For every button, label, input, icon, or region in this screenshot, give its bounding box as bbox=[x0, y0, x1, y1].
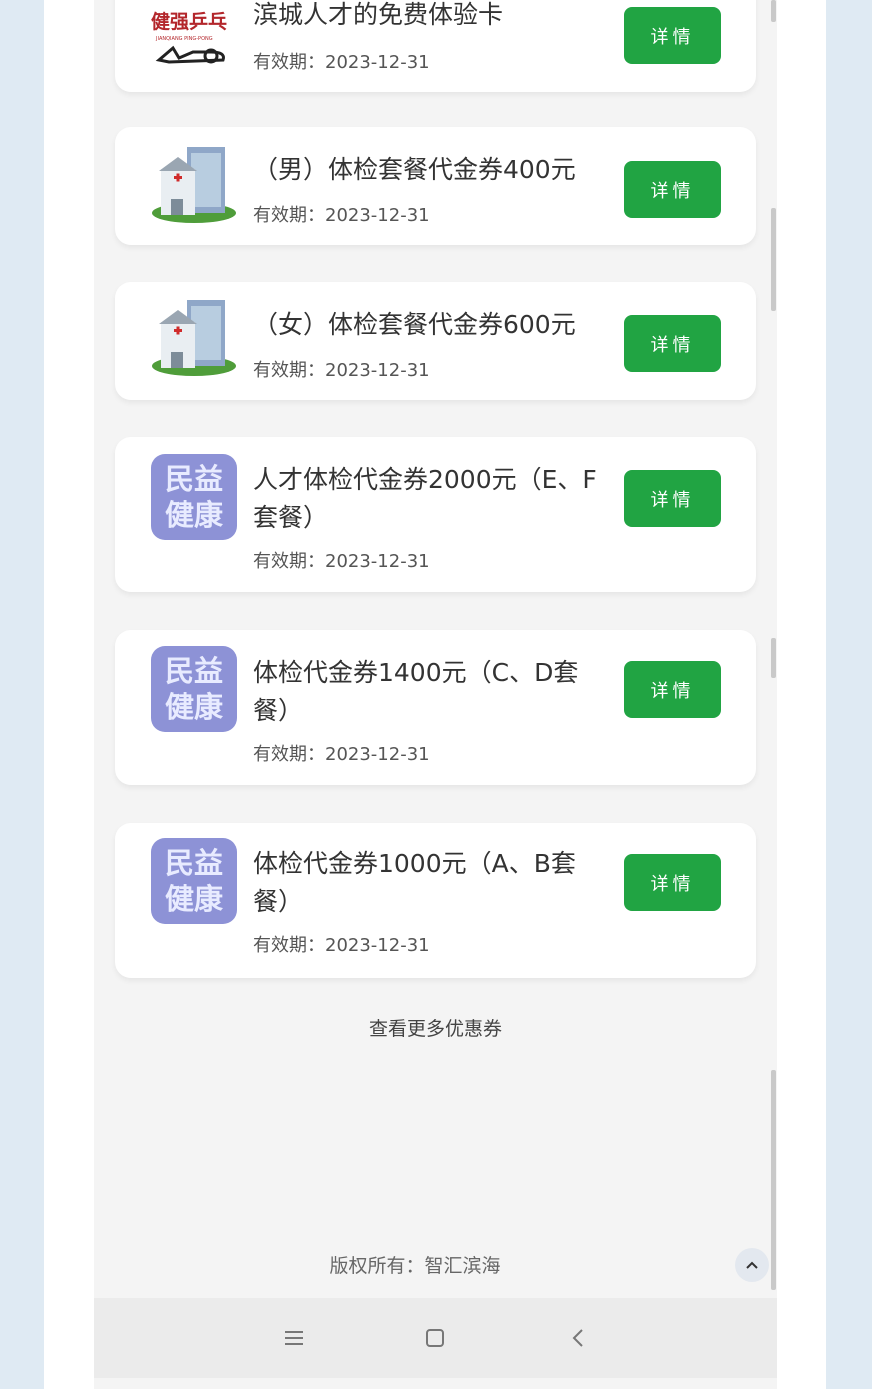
coupon-title: 滨城人才的免费体验卡 bbox=[253, 0, 504, 29]
chevron-up-icon bbox=[746, 1261, 758, 1269]
hospital-icon bbox=[151, 143, 237, 229]
home-nav-button[interactable] bbox=[417, 1320, 453, 1356]
copyright-text: 版权所有：智汇滨海 bbox=[329, 1255, 501, 1277]
coupon-validity: 有效期：2023-12-31 bbox=[253, 52, 430, 73]
coupon-card[interactable]: 民益 健康 人才体检代金券2000元（E、F套餐） 有效期：2023-12-31… bbox=[115, 437, 756, 592]
minyi-logo-icon: 民益 健康 bbox=[151, 838, 237, 924]
system-nav-bar bbox=[94, 1298, 777, 1378]
back-to-top-button[interactable] bbox=[735, 1248, 769, 1282]
menu-nav-button[interactable] bbox=[276, 1320, 312, 1356]
coupon-validity: 有效期：2023-12-31 bbox=[253, 551, 430, 572]
coupon-title: （女）体检套餐代金券600元 bbox=[253, 310, 576, 339]
coupon-card[interactable]: 民益 健康 体检代金券1400元（C、D套餐） 有效期：2023-12-31 详… bbox=[115, 630, 756, 785]
square-home-icon bbox=[426, 1329, 444, 1347]
coupon-card[interactable]: （男）体检套餐代金券400元 有效期：2023-12-31 详情 bbox=[115, 127, 756, 245]
logo-subtext: JIANQIANG PING-PONG bbox=[155, 36, 213, 42]
coupon-title: 人才体检代金券2000元（E、F套餐） bbox=[253, 465, 597, 532]
scrollbar-thumb[interactable] bbox=[771, 208, 776, 311]
detail-button[interactable]: 详情 bbox=[624, 854, 721, 911]
coupon-validity: 有效期：2023-12-31 bbox=[253, 744, 430, 765]
coupon-title: （男）体检套餐代金券400元 bbox=[253, 155, 576, 184]
scrollbar-thumb[interactable] bbox=[771, 1070, 776, 1290]
frame-edge bbox=[826, 0, 872, 1389]
minyi-logo-icon: 民益 健康 bbox=[151, 646, 237, 732]
menu-icon bbox=[285, 1331, 303, 1345]
logo-text: 健强乒乓 bbox=[151, 10, 227, 33]
logo-line-2: 健康 bbox=[164, 498, 223, 532]
coupon-title: 体检代金券1400元（C、D套餐） bbox=[253, 658, 579, 725]
coupon-card[interactable]: 健强乒乓 JIANQIANG PING-PONG 滨城人才的免费体验卡 有效期：… bbox=[115, 0, 756, 92]
scrollbar-thumb[interactable] bbox=[771, 0, 776, 22]
detail-button[interactable]: 详情 bbox=[624, 7, 721, 64]
coupon-card[interactable]: （女）体检套餐代金券600元 有效期：2023-12-31 详情 bbox=[115, 282, 756, 400]
coupon-validity: 有效期：2023-12-31 bbox=[253, 360, 430, 381]
logo-line-2: 健康 bbox=[164, 882, 223, 916]
logo-line-1: 民益 bbox=[164, 654, 223, 688]
detail-button[interactable]: 详情 bbox=[624, 470, 721, 527]
chevron-left-icon bbox=[572, 1329, 583, 1347]
more-coupons-link[interactable]: 查看更多优惠券 bbox=[94, 1014, 777, 1041]
back-nav-button[interactable] bbox=[560, 1320, 596, 1356]
logo-line-1: 民益 bbox=[164, 462, 223, 496]
coupon-validity: 有效期：2023-12-31 bbox=[253, 935, 430, 956]
coupon-title: 体检代金券1000元（A、B套餐） bbox=[253, 849, 576, 916]
coupon-validity: 有效期：2023-12-31 bbox=[253, 205, 430, 226]
app-screen: 健强乒乓 JIANQIANG PING-PONG 滨城人才的免费体验卡 有效期：… bbox=[94, 0, 777, 1389]
scrollbar-thumb[interactable] bbox=[771, 638, 776, 678]
detail-button[interactable]: 详情 bbox=[624, 661, 721, 718]
logo-line-1: 民益 bbox=[164, 846, 223, 880]
detail-button[interactable]: 详情 bbox=[624, 161, 721, 218]
detail-button[interactable]: 详情 bbox=[624, 315, 721, 372]
coupon-card[interactable]: 民益 健康 体检代金券1000元（A、B套餐） 有效期：2023-12-31 详… bbox=[115, 823, 756, 978]
logo-line-2: 健康 bbox=[164, 690, 223, 724]
pingpong-logo-icon: 健强乒乓 JIANQIANG PING-PONG bbox=[151, 0, 237, 72]
minyi-logo-icon: 民益 健康 bbox=[151, 454, 237, 540]
hospital-icon bbox=[151, 296, 237, 382]
